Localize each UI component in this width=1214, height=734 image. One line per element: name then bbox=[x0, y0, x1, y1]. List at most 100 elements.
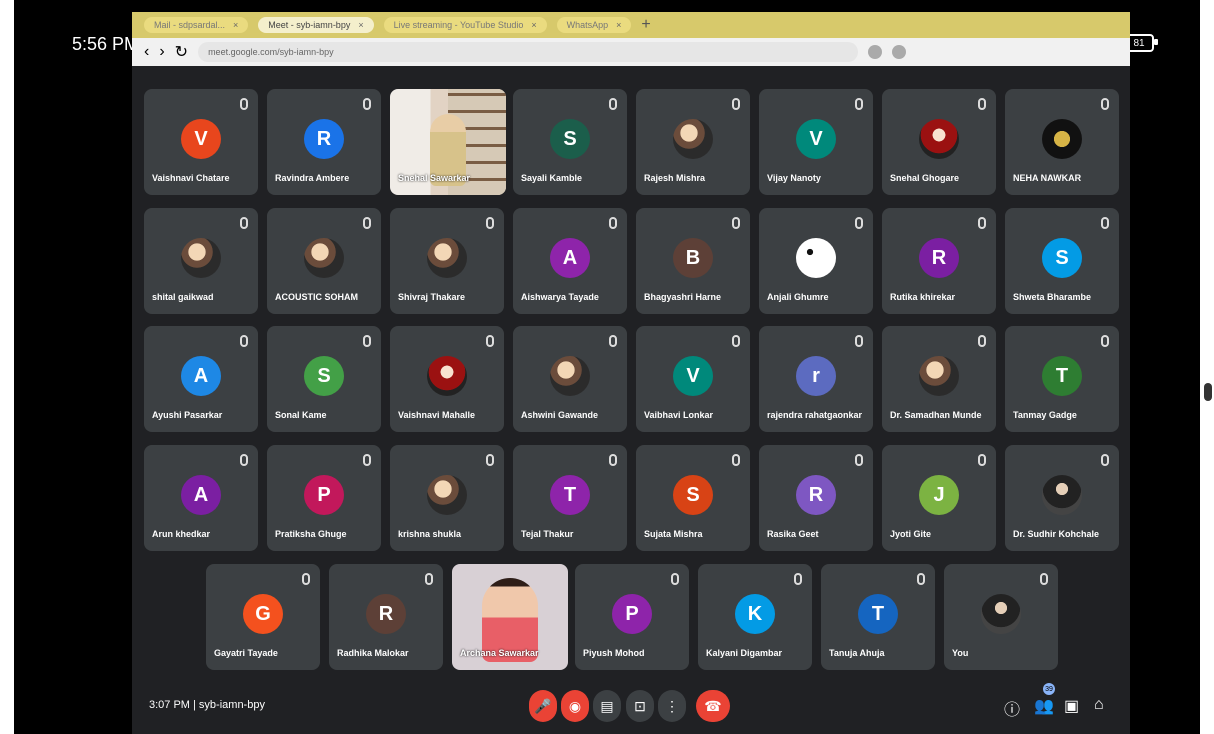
participant-name: Radhika Malokar bbox=[337, 648, 409, 658]
participant-avatar: A bbox=[181, 356, 221, 396]
participant-tile[interactable]: S Shweta Bharambe bbox=[1005, 208, 1119, 314]
participant-tile[interactable]: B Bhagyashri Harne bbox=[636, 208, 750, 314]
participant-name: Pratiksha Ghuge bbox=[275, 529, 347, 539]
participant-tile[interactable]: Ashwini Gawande bbox=[513, 326, 627, 432]
more-options-button[interactable]: ⋮ bbox=[658, 690, 686, 722]
participant-tile[interactable]: r rajendra rahatgaonkar bbox=[759, 326, 873, 432]
participant-tile[interactable]: R Rutika khirekar bbox=[882, 208, 996, 314]
participant-name: Rajesh Mishra bbox=[644, 173, 706, 183]
participant-tile[interactable]: V Vaibhavi Lonkar bbox=[636, 326, 750, 432]
participant-tile[interactable]: A Ayushi Pasarkar bbox=[144, 326, 258, 432]
participant-tile[interactable]: P Pratiksha Ghuge bbox=[267, 445, 381, 551]
camera-off-button[interactable]: ◉ bbox=[561, 690, 589, 722]
participant-avatar: K bbox=[735, 594, 775, 634]
mic-muted-icon bbox=[609, 98, 617, 110]
participant-tile[interactable]: S Sayali Kamble bbox=[513, 89, 627, 195]
chat-icon[interactable]: ▣ bbox=[1064, 696, 1079, 716]
participant-tile[interactable]: A Arun khedkar bbox=[144, 445, 258, 551]
participant-name: ACOUSTIC SOHAM bbox=[275, 292, 358, 302]
people-icon[interactable]: 👥 bbox=[1034, 696, 1054, 716]
tab-youtube[interactable]: Live streaming - YouTube Studio × bbox=[383, 17, 547, 33]
extension-icon[interactable] bbox=[868, 45, 883, 59]
participant-tile[interactable]: Vaishnavi Mahalle bbox=[390, 326, 504, 432]
participant-tile[interactable]: Rajesh Mishra bbox=[636, 89, 750, 195]
leave-call-button[interactable]: ☎ bbox=[696, 690, 730, 722]
info-icon[interactable]: ⓘ bbox=[1004, 696, 1020, 720]
mic-off-button[interactable]: 🎤 bbox=[529, 690, 557, 722]
mic-muted-icon bbox=[363, 217, 371, 229]
participant-tile[interactable]: S Sonal Kame bbox=[267, 326, 381, 432]
participant-name: Tejal Thakur bbox=[521, 529, 574, 539]
participant-tile[interactable]: T Tanuja Ahuja bbox=[821, 564, 935, 670]
participant-name: Vaishnavi Mahalle bbox=[398, 410, 476, 420]
participant-photo-avatar bbox=[427, 356, 467, 396]
participant-name: Anjali Ghumre bbox=[767, 292, 829, 302]
participant-tile[interactable]: R Radhika Malokar bbox=[329, 564, 443, 670]
browser-tabs: Mail - sdpsardal... × Meet - syb-iamn-bpy… bbox=[132, 12, 1130, 38]
participant-tile[interactable]: J Jyoti Gite bbox=[882, 445, 996, 551]
participant-tile[interactable]: G Gayatri Tayade bbox=[206, 564, 320, 670]
back-icon[interactable]: ‹ bbox=[144, 43, 149, 61]
participant-avatar: J bbox=[919, 475, 959, 515]
participant-tile[interactable]: R Ravindra Ambere bbox=[267, 89, 381, 195]
participant-tile[interactable]: krishna shukla bbox=[390, 445, 504, 551]
participant-video-tile[interactable]: Snehal Sawarkar bbox=[390, 89, 506, 195]
new-tab-icon[interactable]: + bbox=[641, 16, 650, 34]
participant-tile[interactable]: P Piyush Mohod bbox=[575, 564, 689, 670]
participant-name: Aishwarya Tayade bbox=[521, 292, 599, 302]
tab-mail[interactable]: Mail - sdpsardal... × bbox=[144, 17, 249, 33]
address-bar[interactable]: meet.google.com/syb-iamn-bpy bbox=[198, 42, 859, 62]
mic-muted-icon bbox=[363, 98, 371, 110]
participant-tile[interactable]: K Kalyani Digambar bbox=[698, 564, 812, 670]
participant-tile[interactable]: A Aishwarya Tayade bbox=[513, 208, 627, 314]
participant-name: shital gaikwad bbox=[152, 292, 214, 302]
present-button[interactable]: ⊡ bbox=[626, 690, 654, 722]
participant-tile[interactable]: T Tanmay Gadge bbox=[1005, 326, 1119, 432]
participant-tile[interactable]: ACOUSTIC SOHAM bbox=[267, 208, 381, 314]
phone-frame-left bbox=[0, 0, 14, 734]
mic-muted-icon bbox=[855, 335, 863, 347]
mic-muted-icon bbox=[1101, 217, 1109, 229]
participant-photo-avatar bbox=[550, 356, 590, 396]
captions-button[interactable]: ▤ bbox=[593, 690, 621, 722]
participant-tile[interactable]: V Vijay Nanoty bbox=[759, 89, 873, 195]
mic-muted-icon bbox=[425, 573, 433, 585]
meeting-time-code: 3:07 PM | syb-iamn-bpy bbox=[149, 699, 265, 711]
forward-icon[interactable]: › bbox=[159, 43, 164, 61]
participant-photo-avatar bbox=[1042, 119, 1082, 159]
reload-icon[interactable]: ↻ bbox=[175, 42, 188, 62]
participant-avatar: S bbox=[1042, 238, 1082, 278]
tab-meet[interactable]: Meet - syb-iamn-bpy × bbox=[258, 17, 374, 33]
participant-tile[interactable]: Dr. Sudhir Kohchale bbox=[1005, 445, 1119, 551]
participant-tile[interactable]: V Vaishnavi Chatare bbox=[144, 89, 258, 195]
participant-tile[interactable]: Shivraj Thakare bbox=[390, 208, 504, 314]
profile-icon[interactable] bbox=[892, 45, 907, 59]
mic-muted-icon bbox=[486, 217, 494, 229]
participant-tile[interactable]: T Tejal Thakur bbox=[513, 445, 627, 551]
mic-muted-icon bbox=[609, 335, 617, 347]
tab-whatsapp[interactable]: WhatsApp × bbox=[556, 17, 632, 33]
mic-muted-icon bbox=[794, 573, 802, 585]
participant-photo-avatar bbox=[673, 119, 713, 159]
participant-avatar: P bbox=[612, 594, 652, 634]
participant-name: NEHA NAWKAR bbox=[1013, 173, 1082, 183]
participant-avatar: S bbox=[550, 119, 590, 159]
participant-tile[interactable]: You bbox=[944, 564, 1058, 670]
participant-tile[interactable]: NEHA NAWKAR bbox=[1005, 89, 1119, 195]
participant-name: Shweta Bharambe bbox=[1013, 292, 1092, 302]
participant-photo-avatar bbox=[796, 238, 836, 278]
participant-video-tile[interactable]: Archana Sawarkar bbox=[452, 564, 568, 670]
participant-photo-avatar bbox=[304, 238, 344, 278]
participant-tile[interactable]: Snehal Ghogare bbox=[882, 89, 996, 195]
participant-name: Dr. Samadhan Munde bbox=[890, 410, 982, 420]
participant-tile[interactable]: shital gaikwad bbox=[144, 208, 258, 314]
activities-icon[interactable]: ⌂ bbox=[1094, 696, 1104, 714]
mic-muted-icon bbox=[240, 335, 248, 347]
participant-name: Gayatri Tayade bbox=[214, 648, 278, 658]
participant-avatar: B bbox=[673, 238, 713, 278]
participant-name: Vaishnavi Chatare bbox=[152, 173, 230, 183]
participant-tile[interactable]: S Sujata Mishra bbox=[636, 445, 750, 551]
participant-tile[interactable]: Dr. Samadhan Munde bbox=[882, 326, 996, 432]
participant-tile[interactable]: R Rasika Geet bbox=[759, 445, 873, 551]
participant-tile[interactable]: Anjali Ghumre bbox=[759, 208, 873, 314]
